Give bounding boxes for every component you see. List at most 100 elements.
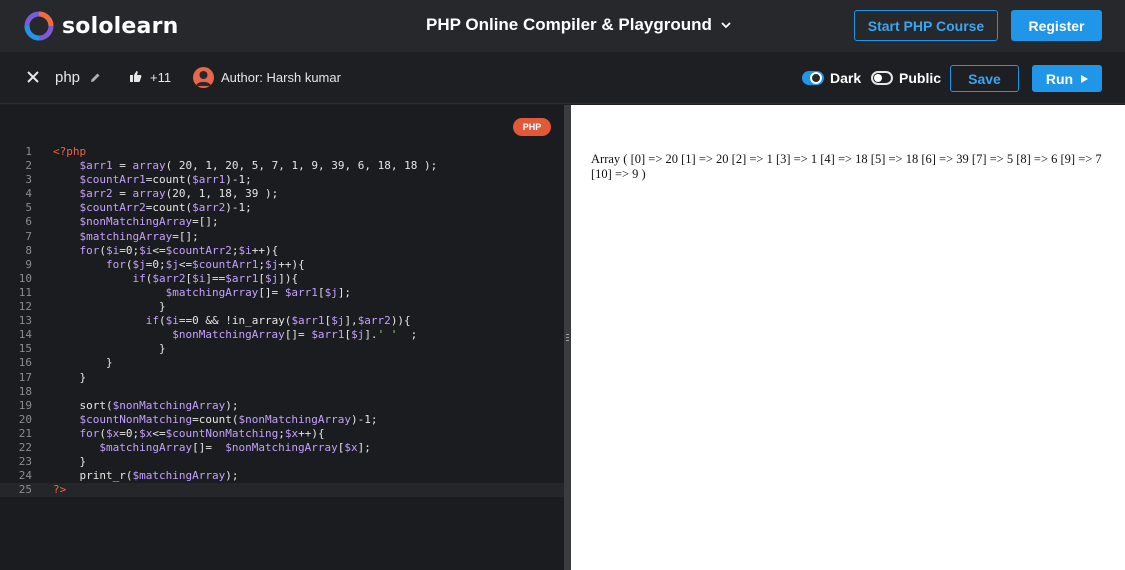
thumbs-up-icon[interactable] (129, 70, 142, 83)
code-text[interactable]: $arr1 = array( 20, 1, 20, 5, 7, 1, 9, 39… (53, 159, 438, 173)
code-line[interactable]: 7 $matchingArray=[]; (0, 230, 564, 244)
code-text[interactable]: $countArr2=count($arr2)-1; (53, 201, 252, 215)
brand-name: sololearn (62, 13, 179, 39)
code-text[interactable]: } (53, 455, 86, 469)
code-line[interactable]: 18 (0, 385, 564, 399)
pencil-icon[interactable] (90, 72, 101, 83)
close-icon[interactable] (26, 70, 40, 84)
code-line[interactable]: 14 $nonMatchingArray[]= $arr1[$j].' ' ; (0, 328, 564, 342)
code-text[interactable]: $nonMatchingArray[]= $arr1[$j].' ' ; (53, 328, 417, 342)
code-line[interactable]: 16 } (0, 356, 564, 370)
code-line[interactable]: 20 $countNonMatching=count($nonMatchingA… (0, 413, 564, 427)
code-text[interactable]: if($i==0 && !in_array($arr1[$j],$arr2)){ (53, 314, 411, 328)
run-button-label: Run (1045, 70, 1074, 87)
line-number: 7 (25, 229, 32, 243)
line-number: 25 (18, 483, 32, 497)
code-line[interactable]: 3 $countArr1=count($arr1)-1; (0, 173, 564, 187)
code-line[interactable]: 12 } (0, 300, 564, 314)
code-text[interactable]: if($arr2[$i]==$arr1[$j]){ (53, 272, 298, 286)
code-text[interactable]: $countNonMatching=count($nonMatchingArra… (53, 413, 378, 427)
code-line[interactable]: 11 $matchingArray[]= $arr1[$j]; (0, 286, 564, 300)
code-text[interactable]: $countArr1=count($arr1)-1; (53, 173, 252, 187)
code-line[interactable]: 17 } (0, 371, 564, 385)
run-button[interactable]: Run (1032, 65, 1102, 92)
toggle-knob (874, 74, 882, 82)
line-number: 17 (18, 370, 32, 384)
line-number: 10 (18, 271, 32, 285)
code-text[interactable]: $matchingArray[]= $arr1[$j]; (53, 286, 351, 300)
line-number: 16 (18, 356, 32, 370)
line-number: 21 (18, 426, 32, 440)
code-lines[interactable]: 1 <?php 2 $arr1 = array( 20, 1, 20, 5, 7, … (0, 145, 564, 498)
sololearn-logo[interactable]: sololearn (24, 10, 178, 42)
code-language-name: php (55, 69, 81, 86)
line-number: 11 (18, 285, 32, 299)
code-line[interactable]: 24 print_r($matchingArray); (0, 469, 564, 483)
dark-mode-toggle[interactable] (802, 71, 824, 85)
code-text[interactable]: print_r($matchingArray); (53, 469, 238, 483)
avatar-icon (196, 71, 211, 86)
splitter-grip-icon[interactable] (566, 334, 569, 344)
top-navbar: sololearn PHP Online Compiler & Playgrou… (0, 0, 1125, 52)
code-line[interactable]: 15 } (0, 342, 564, 356)
line-number: 23 (18, 455, 32, 469)
code-text[interactable]: } (53, 356, 113, 370)
code-text[interactable]: <?php (53, 145, 86, 159)
code-line[interactable]: 19 sort($nonMatchingArray); (0, 399, 564, 413)
line-number: 8 (25, 243, 32, 257)
code-line[interactable]: 22 $matchingArray[]= $nonMatchingArray[$… (0, 441, 564, 455)
code-text[interactable]: ?> (53, 483, 66, 497)
toggle-knob (810, 72, 822, 84)
sololearn-logo-icon (24, 11, 54, 41)
code-text[interactable]: } (53, 371, 86, 385)
page-title-dropdown[interactable]: PHP Online Compiler & Playground (426, 15, 732, 35)
code-line[interactable]: 4 $arr2 = array(20, 1, 18, 39 ); (0, 187, 564, 201)
code-text[interactable]: for($i=0;$i<=$countArr2;$i++){ (53, 244, 279, 258)
save-button[interactable]: Save (950, 65, 1019, 92)
code-line[interactable]: 25 ?> (0, 483, 564, 498)
code-text[interactable]: sort($nonMatchingArray); (53, 399, 238, 413)
line-number: 1 (25, 145, 32, 158)
line-number: 15 (18, 342, 32, 356)
start-course-button[interactable]: Start PHP Course (854, 10, 998, 41)
code-text[interactable]: for($j=0;$j<=$countArr1;$j++){ (53, 258, 305, 272)
code-line[interactable]: 2 $arr1 = array( 20, 1, 20, 5, 7, 1, 9, … (0, 159, 564, 173)
code-text[interactable]: $matchingArray[]= $nonMatchingArray[$x]; (53, 441, 371, 455)
line-number: 3 (25, 173, 32, 187)
dark-mode-label: Dark (830, 70, 862, 86)
code-text[interactable]: $arr2 = array(20, 1, 18, 39 ); (53, 187, 279, 201)
page-title: PHP Online Compiler & Playground (426, 15, 712, 34)
output-panel: Array ( [0] => 20 [1] => 20 [2] => 1 [3]… (571, 105, 1125, 570)
avatar[interactable] (193, 67, 214, 88)
editor-toolbar: php +11 Author: Harsh kumar Dark Public … (0, 52, 1125, 104)
line-number: 9 (25, 257, 32, 271)
code-text[interactable]: } (53, 342, 166, 356)
likes-count: +11 (150, 70, 172, 85)
line-number: 19 (18, 398, 32, 412)
play-icon (1081, 74, 1089, 83)
line-number: 12 (18, 300, 32, 314)
code-line[interactable]: 1 <?php (0, 145, 564, 159)
code-line[interactable]: 10 if($arr2[$i]==$arr1[$j]){ (0, 272, 564, 286)
code-text[interactable]: $nonMatchingArray=[]; (53, 215, 219, 229)
code-text[interactable]: } (53, 300, 166, 314)
code-line[interactable]: 6 $nonMatchingArray=[]; (0, 215, 564, 229)
line-number: 2 (25, 159, 32, 173)
line-number: 14 (18, 328, 32, 342)
author-name[interactable]: Author: Harsh kumar (221, 70, 341, 85)
register-button[interactable]: Register (1011, 10, 1102, 41)
code-line[interactable]: 5 $countArr2=count($arr2)-1; (0, 201, 564, 215)
code-text[interactable]: $matchingArray=[]; (53, 230, 199, 244)
code-editor[interactable]: PHP 1 <?php 2 $arr1 = array( 20, 1, 20, 5,… (0, 105, 564, 570)
public-label: Public (899, 70, 942, 86)
code-line[interactable]: 8 for($i=0;$i<=$countArr2;$i++){ (0, 244, 564, 258)
line-number: 20 (18, 412, 32, 426)
code-line[interactable]: 23 } (0, 455, 564, 469)
line-number: 22 (18, 440, 32, 454)
code-line[interactable]: 9 for($j=0;$j<=$countArr1;$j++){ (0, 258, 564, 272)
code-text[interactable]: for($x=0;$x<=$countNonMatching;$x++){ (53, 427, 325, 441)
public-toggle[interactable] (871, 71, 893, 85)
code-line[interactable]: 21 for($x=0;$x<=$countNonMatching;$x++){ (0, 427, 564, 441)
code-line[interactable]: 13 if($i==0 && !in_array($arr1[$j],$arr2… (0, 314, 564, 328)
output-text: Array ( [0] => 20 [1] => 20 [2] => 1 [3]… (591, 152, 1102, 181)
